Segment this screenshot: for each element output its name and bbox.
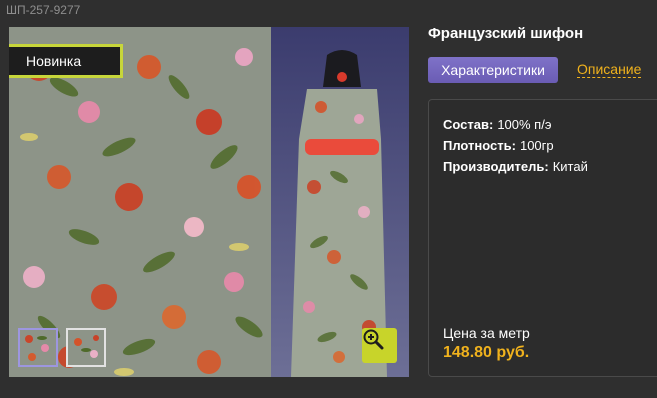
spec-manufacturer: Производитель: Китай: [443, 159, 588, 174]
thumbnail-image: [68, 330, 104, 365]
thumbnail-image: [20, 330, 56, 365]
thumbnail-dress[interactable]: [66, 328, 106, 367]
spec-label: Состав:: [443, 117, 494, 132]
spec-value: 100гр: [519, 138, 554, 153]
product-title: Французский шифон: [428, 25, 584, 42]
price-label: Цена за метр: [443, 325, 530, 341]
price-value: 148.80 руб.: [443, 344, 530, 361]
spec-value: Китай: [552, 159, 588, 174]
product-photo: [9, 27, 409, 377]
tab-specs[interactable]: Характеристики: [428, 57, 558, 83]
spec-density: Плотность: 100гр: [443, 138, 554, 153]
spec-composition: Состав: 100% п/э: [443, 117, 551, 132]
zoom-button[interactable]: [362, 328, 397, 363]
specs-panel: Состав: 100% п/э Плотность: 100гр Производ…: [428, 99, 657, 377]
new-badge: Новинка: [9, 44, 123, 78]
spec-label: Производитель:: [443, 159, 549, 174]
thumbnail-fabric[interactable]: [18, 328, 58, 367]
product-sku: ШП-257-9277: [6, 3, 81, 17]
magnifier-plus-icon: [363, 329, 384, 350]
spec-value: 100% п/э: [497, 117, 552, 132]
spec-label: Плотность:: [443, 138, 516, 153]
product-gallery: Новинка: [9, 27, 409, 377]
tab-description[interactable]: Описание: [577, 61, 642, 78]
